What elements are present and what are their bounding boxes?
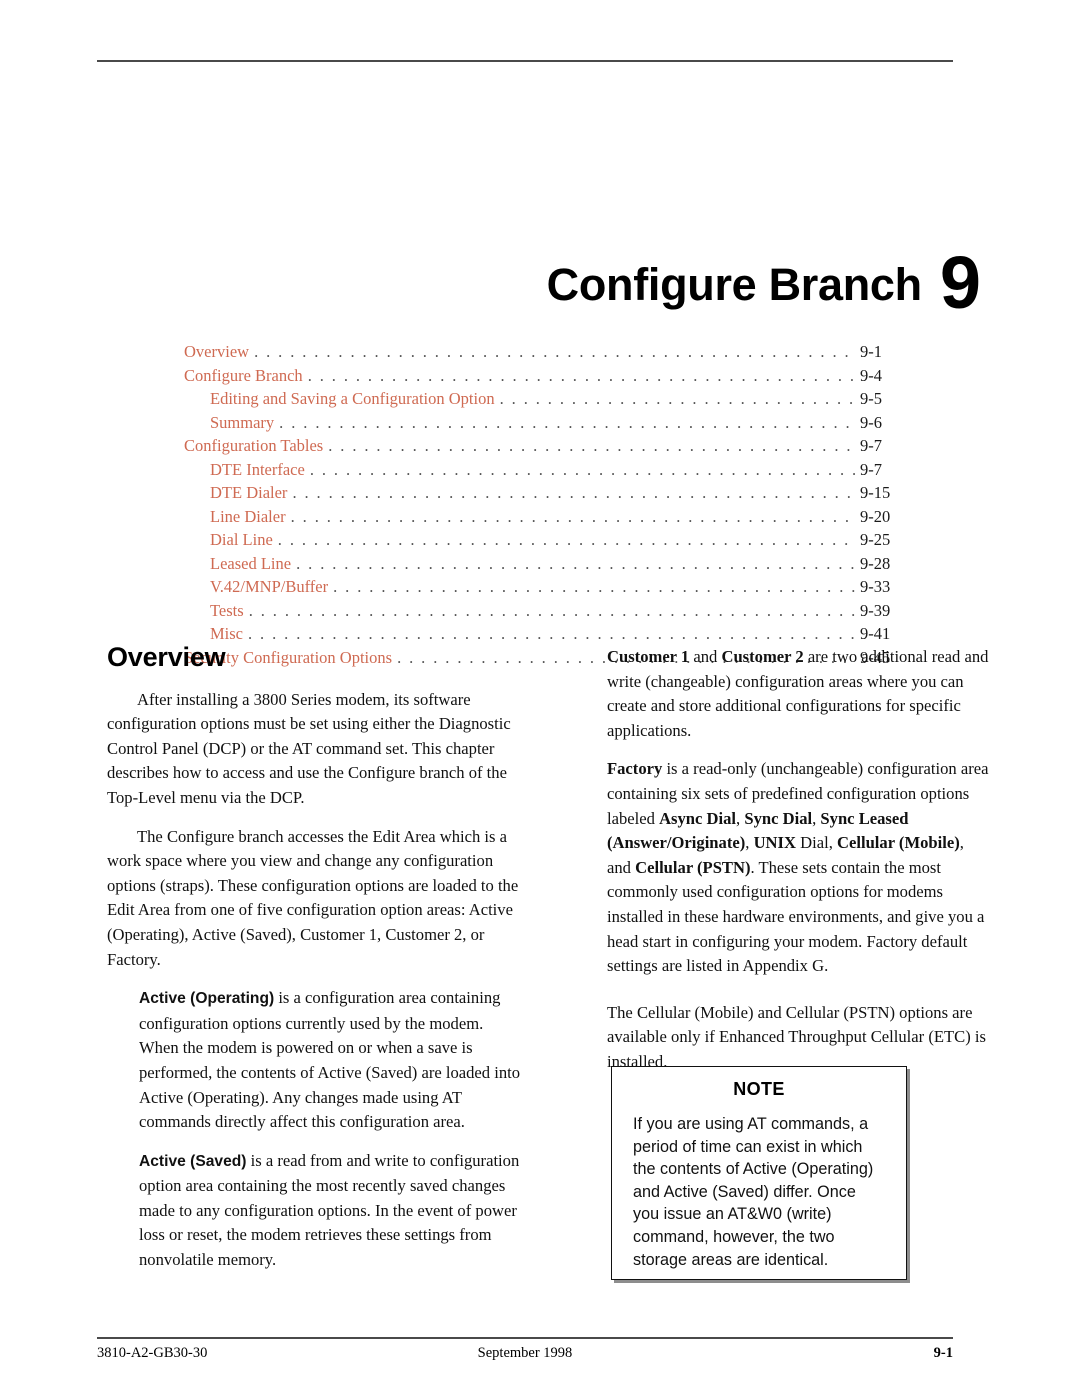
left-column: Overview After installing a 3800 Series … <box>107 642 521 1287</box>
toc-entry-page: 9-15 <box>860 483 891 502</box>
chapter-heading: Configure Branch 9 <box>97 232 981 324</box>
toc-entry-label: Summary <box>210 412 275 432</box>
toc-entry[interactable]: DTE Dialer. . . . . . . . . . . . . . . … <box>184 481 906 505</box>
paragraph-active-operating: Active (Operating) is a configuration ar… <box>139 986 521 1135</box>
text-factory-4: , <box>745 833 754 853</box>
document-page: Configure Branch 9 Overview. . . . . . . … <box>0 0 1080 1397</box>
toc-dot-leader: . . . . . . . . . . . . . . . . . . . . … <box>309 459 855 479</box>
toc-dot-leader: . . . . . . . . . . . . . . . . . . . . … <box>248 600 855 620</box>
chapter-number: 9 <box>939 241 981 324</box>
toc-entry[interactable]: Leased Line. . . . . . . . . . . . . . .… <box>184 552 906 576</box>
note-title: NOTE <box>733 1079 785 1099</box>
toc-entry-label: Tests <box>210 600 244 620</box>
toc-entry-page: 9-7 <box>860 459 882 479</box>
right-column: Customer 1 and Customer 2 are two additi… <box>607 645 990 1089</box>
toc-entry-page: 9-7 <box>860 436 882 455</box>
term-active-saved: Active (Saved) <box>139 1152 247 1170</box>
toc-entry-page: 9-41 <box>860 624 891 643</box>
term-customer-2: Customer 2 <box>721 647 804 666</box>
toc-entry-page: 9-4 <box>860 365 882 385</box>
paragraph-cellular-etc: The Cellular (Mobile) and Cellular (PSTN… <box>607 1002 986 1071</box>
paragraph-customer-areas: Customer 1 and Customer 2 are two additi… <box>607 645 990 743</box>
toc-dot-leader: . . . . . . . . . . . . . . . . . . . . … <box>307 365 855 385</box>
toc-entry-label: DTE Dialer <box>210 483 288 502</box>
paragraph-active-saved: Active (Saved) is a read from and write … <box>139 1149 521 1273</box>
term-active-operating-text: is a configuration area containing confi… <box>139 988 521 1132</box>
toc-dot-leader: . . . . . . . . . . . . . . . . . . . . … <box>499 389 855 408</box>
toc-entry-page: 9-39 <box>860 600 891 620</box>
term-customer-1: Customer 1 <box>607 647 690 666</box>
toc-dot-leader: . . . . . . . . . . . . . . . . . . . . … <box>277 530 855 549</box>
toc-entry[interactable]: Dial Line. . . . . . . . . . . . . . . .… <box>184 528 906 552</box>
toc-dot-leader: . . . . . . . . . . . . . . . . . . . . … <box>328 436 855 455</box>
toc-entry[interactable]: Summary. . . . . . . . . . . . . . . . .… <box>184 411 906 435</box>
toc-entry[interactable]: Configuration Tables. . . . . . . . . . … <box>184 434 906 458</box>
toc-entry[interactable]: Line Dialer. . . . . . . . . . . . . . .… <box>184 505 906 529</box>
footer-date: September 1998 <box>477 1345 573 1361</box>
toc-entry[interactable]: Editing and Saving a Configuration Optio… <box>184 387 906 411</box>
term-sync-dial: Sync Dial <box>744 808 813 828</box>
text-factory-5: Dial, <box>795 833 837 853</box>
page-footer: 3810-A2-GB30-30 September 1998 9-1 <box>97 1345 953 1367</box>
chapter-title: Configure Branch <box>546 259 923 310</box>
toc-entry[interactable]: V.42/MNP/Buffer. . . . . . . . . . . . .… <box>184 575 906 599</box>
term-unix: UNIX <box>753 833 796 853</box>
toc-dot-leader: . . . . . . . . . . . . . . . . . . . . … <box>254 342 855 361</box>
table-of-contents: Overview. . . . . . . . . . . . . . . . … <box>184 340 906 669</box>
note-body: If you are using AT commands, a period o… <box>633 1115 874 1269</box>
toc-entry[interactable]: DTE Interface. . . . . . . . . . . . . .… <box>184 458 906 482</box>
paragraph-configure-branch: The Configure branch accesses the Edit A… <box>107 826 519 969</box>
toc-entry-label: Configure Branch <box>184 365 303 385</box>
toc-entry-page: 9-5 <box>860 389 882 408</box>
paragraph-factory: Factory is a read-only (unchangeable) co… <box>607 757 990 978</box>
toc-dot-leader: . . . . . . . . . . . . . . . . . . . . … <box>248 624 855 643</box>
toc-entry-page: 9-28 <box>860 553 891 573</box>
toc-entry-label: DTE Interface <box>210 459 305 479</box>
text-and: and <box>689 647 722 666</box>
toc-entry-label: Configuration Tables <box>184 436 324 455</box>
paragraph-intro: After installing a 3800 Series modem, it… <box>107 689 511 807</box>
toc-entry[interactable]: Tests. . . . . . . . . . . . . . . . . .… <box>184 599 906 623</box>
toc-dot-leader: . . . . . . . . . . . . . . . . . . . . … <box>279 412 855 432</box>
toc-dot-leader: . . . . . . . . . . . . . . . . . . . . … <box>292 483 855 502</box>
term-async-dial: Async Dial <box>659 808 737 828</box>
footer-page-number: 9-1 <box>933 1345 953 1361</box>
note-callout-box: NOTE If you are using AT commands, a per… <box>611 1066 907 1280</box>
toc-dot-leader: . . . . . . . . . . . . . . . . . . . . … <box>290 506 855 526</box>
term-cellular-pstn: Cellular (PSTN) <box>635 857 751 877</box>
toc-entry-page: 9-33 <box>860 577 891 596</box>
toc-entry-label: Line Dialer <box>210 506 286 526</box>
toc-entry-page: 9-1 <box>860 342 882 361</box>
term-factory: Factory <box>607 759 663 779</box>
toc-entry-label: Leased Line <box>210 553 292 573</box>
term-cellular-mobile: Cellular (Mobile) <box>837 833 960 853</box>
page-title: Overview <box>107 642 226 672</box>
toc-dot-leader: . . . . . . . . . . . . . . . . . . . . … <box>333 577 855 596</box>
toc-entry-label: Editing and Saving a Configuration Optio… <box>210 389 495 408</box>
header-rule <box>97 60 953 62</box>
toc-entry[interactable]: Configure Branch. . . . . . . . . . . . … <box>184 364 906 388</box>
toc-entry-page: 9-25 <box>860 530 891 549</box>
footer-rule <box>97 1337 953 1339</box>
toc-entry[interactable]: Misc. . . . . . . . . . . . . . . . . . … <box>184 622 906 646</box>
toc-dot-leader: . . . . . . . . . . . . . . . . . . . . … <box>296 553 855 573</box>
toc-entry[interactable]: Overview. . . . . . . . . . . . . . . . … <box>184 340 906 364</box>
toc-entry-label: Dial Line <box>210 530 273 549</box>
toc-entry-label: Overview <box>184 342 250 361</box>
toc-entry-label: V.42/MNP/Buffer <box>210 577 329 596</box>
toc-entry-page: 9-6 <box>860 412 882 432</box>
term-active-operating: Active (Operating) <box>139 990 275 1008</box>
toc-entry-page: 9-20 <box>860 506 891 526</box>
